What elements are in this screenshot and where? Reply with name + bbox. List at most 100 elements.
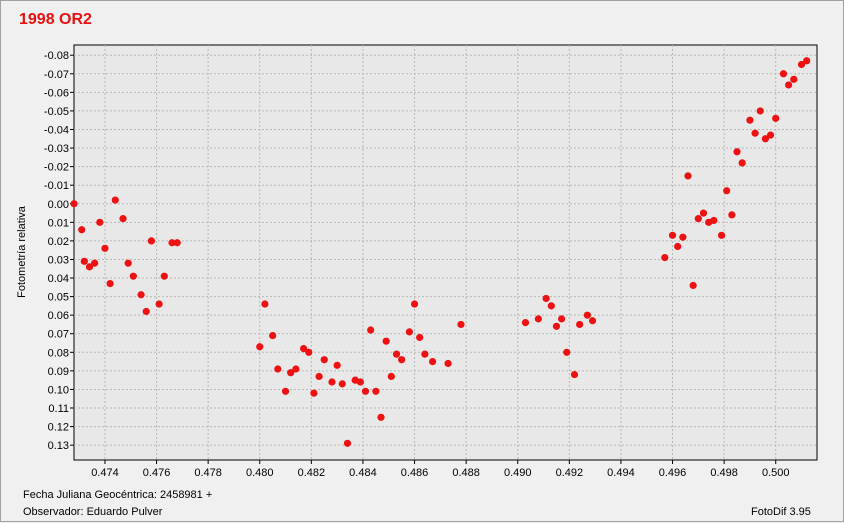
y-tick-label: 0.09 (48, 366, 69, 378)
data-point (338, 380, 346, 388)
observer-label: Observador: Eduardo Pulver (23, 506, 163, 518)
x-tick-label: 0.486 (401, 467, 429, 479)
y-tick-label: 0.11 (48, 403, 69, 415)
app-version: FotoDif 3.95 (751, 506, 811, 518)
data-point (699, 209, 708, 217)
data-point (160, 272, 168, 280)
data-point (733, 148, 741, 156)
data-point (521, 318, 530, 327)
plot-area (73, 44, 818, 461)
data-point (333, 361, 341, 369)
data-point (281, 387, 290, 395)
data-point (96, 218, 104, 226)
data-point (356, 378, 364, 386)
data-point (361, 387, 370, 395)
x-tick-label: 0.488 (452, 467, 480, 479)
data-point (155, 300, 163, 308)
data-point (269, 331, 277, 340)
y-tick-label: 0.03 (48, 254, 69, 266)
data-point (261, 300, 269, 308)
data-point (405, 328, 413, 336)
data-point (803, 57, 811, 65)
x-tick-label: 0.478 (194, 467, 222, 479)
data-point (534, 315, 542, 323)
data-point (256, 343, 264, 351)
data-point (320, 356, 328, 364)
data-point (779, 70, 788, 78)
data-point (119, 215, 127, 223)
x-axis-label: Fecha Juliana Geocéntrica: 2458981 + (23, 489, 213, 501)
x-tick-label: 0.498 (710, 467, 738, 479)
data-point (710, 216, 718, 225)
y-tick-label: -0.05 (44, 106, 69, 118)
data-point (738, 159, 746, 167)
data-point (772, 114, 780, 122)
data-point (274, 365, 282, 373)
data-point (576, 320, 584, 329)
x-tick-label: 0.490 (504, 467, 532, 479)
data-point (785, 81, 793, 89)
data-point (728, 211, 736, 219)
y-tick-label: -0.04 (44, 124, 69, 136)
data-point (583, 311, 591, 319)
data-point (563, 348, 571, 356)
x-tick-label: 0.500 (762, 467, 790, 479)
data-point (315, 372, 323, 381)
data-point (723, 187, 731, 195)
x-tick-label: 0.492 (556, 467, 584, 479)
y-tick-label: 0.12 (48, 422, 69, 434)
data-point (101, 244, 109, 252)
data-point (552, 322, 561, 330)
data-point (674, 242, 682, 251)
data-point (91, 259, 99, 267)
y-tick-label: -0.01 (44, 180, 69, 192)
data-point (142, 307, 150, 316)
data-point (421, 350, 429, 358)
y-tick-label: -0.02 (44, 162, 69, 174)
y-tick-label: -0.07 (44, 69, 69, 81)
x-tick-label: 0.482 (298, 467, 326, 479)
data-point (328, 378, 336, 386)
data-point (398, 356, 406, 364)
x-tick-label: 0.476 (143, 467, 171, 479)
data-point (756, 107, 764, 115)
chart-plot: -0.08 -0.07 -0.06 -0.05 -0.04 -0.03 -0.02 -0.01… (16, 44, 818, 479)
y-tick-label: -0.06 (44, 87, 69, 99)
data-point (751, 129, 759, 137)
data-point (124, 259, 132, 267)
chart-window: 1998 OR2 -0.08 -0.07 -0.06 -0.05 -0.04 -0.03-… (0, 0, 844, 522)
data-point (137, 291, 145, 299)
data-point (661, 254, 669, 262)
data-point (694, 215, 702, 223)
data-point (416, 333, 424, 342)
data-point (292, 365, 300, 373)
data-point (444, 359, 452, 368)
data-point (173, 239, 181, 247)
data-point (111, 196, 119, 204)
x-tick-label: 0.480 (246, 467, 274, 479)
data-point (547, 302, 555, 310)
data-point (668, 231, 677, 239)
data-point (790, 75, 798, 83)
data-point (129, 272, 137, 280)
data-point (717, 231, 726, 239)
y-tick-label: 0.02 (48, 236, 69, 248)
data-point (429, 357, 437, 366)
data-point (570, 370, 579, 379)
data-point (80, 257, 88, 265)
data-point (457, 320, 465, 329)
y-tick-label: 0.07 (48, 329, 69, 341)
data-point (679, 233, 687, 241)
y-tick-label: 0.06 (48, 310, 69, 322)
data-point (766, 131, 775, 139)
y-tick-label: 0.08 (48, 347, 69, 359)
data-point (542, 294, 550, 303)
x-tick-label: 0.494 (607, 467, 635, 479)
data-point (343, 439, 352, 447)
data-point (392, 350, 401, 358)
y-tick-label: 0.01 (48, 217, 69, 229)
y-tick-label: -0.08 (44, 50, 69, 62)
data-point (557, 315, 566, 323)
x-tick-label: 0.484 (349, 467, 377, 479)
data-point (387, 372, 395, 381)
